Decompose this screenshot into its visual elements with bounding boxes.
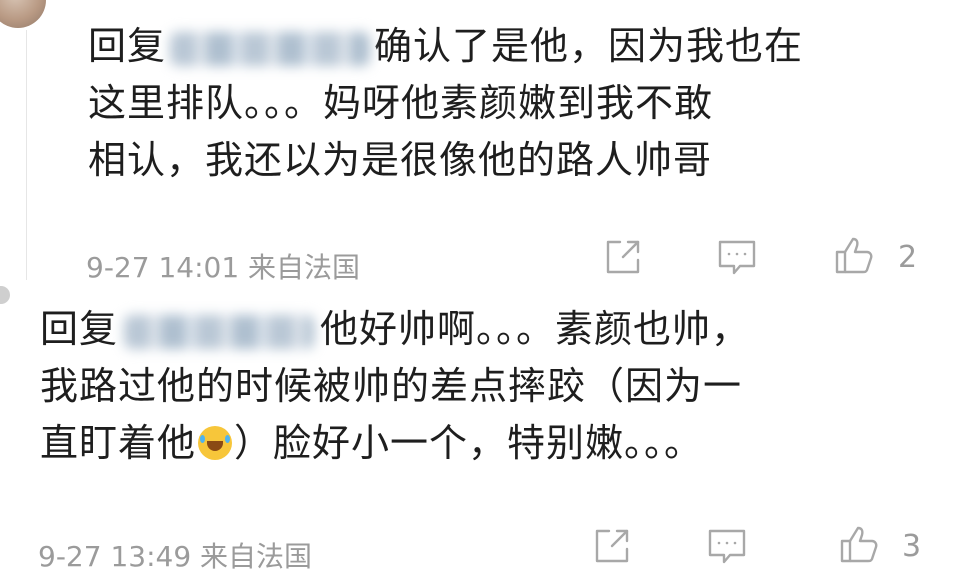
source-label: 来自法国 bbox=[248, 251, 361, 284]
comment-line-text: 确认了是他，因为我也在 bbox=[374, 24, 804, 68]
reply-prefix: 回复 bbox=[88, 24, 167, 68]
comment-line: 这里排队。。。妈呀他素颜嫩到我不敢 bbox=[88, 81, 714, 125]
blurred-username[interactable] bbox=[124, 314, 315, 349]
comment-text: 回复 确认了是他，因为我也在 这里排队。。。妈呀他素颜嫩到我不敢 相认，我还以为是… bbox=[88, 18, 803, 189]
comment-line: 回复 他好帅啊。。。素颜也帅， bbox=[40, 301, 750, 358]
reply-prefix: 回复 bbox=[40, 307, 119, 351]
comment-line: 相认，我还以为是很像他的路人帅哥 bbox=[88, 138, 713, 182]
avatar[interactable] bbox=[0, 286, 10, 304]
like-count: 3 bbox=[902, 529, 922, 564]
like-icon[interactable] bbox=[838, 523, 880, 565]
comment-line: 直盯着他 ）脸好小一个，特别嫩。。。 bbox=[40, 415, 750, 472]
source-label: 来自法国 bbox=[200, 540, 313, 573]
avatar[interactable] bbox=[0, 0, 46, 28]
comment-meta: 9-27 13:49 来自法国 bbox=[38, 535, 312, 575]
comment-line-text: ）脸好小一个，特别嫩。。。 bbox=[234, 421, 704, 465]
comment-meta: 9-27 14:01 来自法国 bbox=[86, 246, 360, 286]
comment-line: 回复 确认了是他，因为我也在 bbox=[88, 18, 803, 75]
comment-line-text: 直盯着他 bbox=[40, 421, 197, 465]
share-icon[interactable] bbox=[601, 236, 643, 278]
comment-icon[interactable] bbox=[706, 525, 748, 567]
comment-icon[interactable] bbox=[716, 236, 758, 278]
share-icon[interactable] bbox=[590, 525, 632, 567]
comment-text: 回复 他好帅啊。。。素颜也帅， 我路过他的时候被帅的差点摔跤（因为一 直盯着他 ）脸… bbox=[40, 301, 750, 472]
comment-line: 我路过他的时候被帅的差点摔跤（因为一 bbox=[40, 364, 743, 408]
like-count: 2 bbox=[898, 240, 918, 275]
timestamp: 9-27 14:01 bbox=[86, 251, 240, 284]
divider bbox=[26, 30, 27, 280]
timestamp: 9-27 13:49 bbox=[38, 540, 192, 573]
comment-line-text: 他好帅啊。。。素颜也帅， bbox=[320, 307, 751, 351]
laughing-crying-emoji-icon bbox=[198, 426, 233, 460]
blurred-username[interactable] bbox=[170, 31, 371, 66]
like-icon[interactable] bbox=[833, 234, 875, 276]
